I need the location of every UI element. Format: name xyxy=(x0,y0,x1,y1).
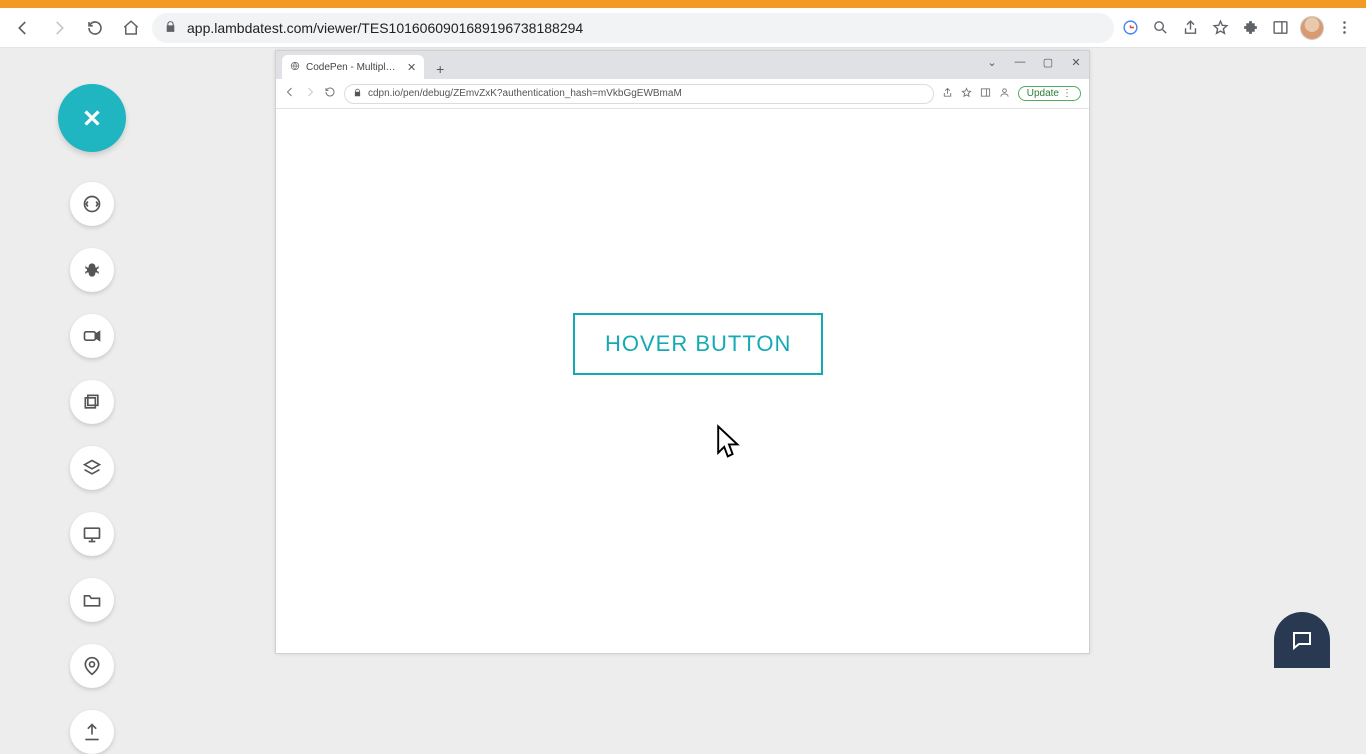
inner-toolbar: cdpn.io/pen/debug/ZEmvZxK?authentication… xyxy=(276,79,1089,109)
star-icon[interactable] xyxy=(1210,18,1230,38)
resolution-icon[interactable] xyxy=(70,512,114,556)
inner-back-button[interactable] xyxy=(284,85,296,103)
inner-avatar-icon[interactable] xyxy=(999,87,1010,101)
chevron-down-icon[interactable]: ⌄ xyxy=(985,55,999,69)
lambdatest-sidebar xyxy=(58,84,126,754)
outer-toolbar-right xyxy=(1120,16,1358,40)
upload-icon[interactable] xyxy=(70,710,114,754)
forward-button[interactable] xyxy=(44,13,74,43)
update-label: Update xyxy=(1027,88,1059,99)
inner-tab-close-icon[interactable]: ✕ xyxy=(407,61,416,74)
outer-url: app.lambdatest.com/viewer/TES10160609016… xyxy=(187,20,1102,36)
inner-browser-window: CodePen - Multiple Button Tran… ✕ + ⌄ — … xyxy=(275,50,1090,654)
share-icon[interactable] xyxy=(1180,18,1200,38)
menu-dots-icon: ⋮ xyxy=(1062,88,1072,99)
side-panel-icon[interactable] xyxy=(1270,18,1290,38)
profile-avatar[interactable] xyxy=(1300,16,1324,40)
back-button[interactable] xyxy=(8,13,38,43)
home-button[interactable] xyxy=(116,13,146,43)
inner-update-button[interactable]: Update ⋮ xyxy=(1018,86,1081,101)
inner-omnibox[interactable]: cdpn.io/pen/debug/ZEmvZxK?authentication… xyxy=(344,84,934,104)
menu-icon[interactable] xyxy=(1334,18,1354,38)
lock-icon xyxy=(353,88,362,100)
hover-button-label: HOVER BUTTON xyxy=(605,331,791,356)
outer-browser-toolbar: app.lambdatest.com/viewer/TES10160609016… xyxy=(0,8,1366,48)
hover-button-wrap: HOVER BUTTON xyxy=(573,313,823,375)
hover-button[interactable]: HOVER BUTTON xyxy=(573,313,823,375)
files-icon[interactable] xyxy=(70,578,114,622)
inner-share-icon[interactable] xyxy=(942,87,953,101)
globe-icon xyxy=(290,61,300,74)
devices-icon[interactable] xyxy=(70,446,114,490)
inner-page-content: HOVER BUTTON xyxy=(276,109,1089,653)
switch-icon[interactable] xyxy=(70,182,114,226)
google-icon[interactable] xyxy=(1120,18,1140,38)
minimize-icon[interactable]: — xyxy=(1013,55,1027,69)
lock-icon xyxy=(164,20,177,36)
gallery-icon[interactable] xyxy=(70,380,114,424)
record-icon[interactable] xyxy=(70,314,114,358)
outer-tabstrip xyxy=(0,0,1366,8)
close-icon[interactable]: ✕ xyxy=(1069,55,1083,69)
reload-button[interactable] xyxy=(80,13,110,43)
inner-tabbar: CodePen - Multiple Button Tran… ✕ + ⌄ — … xyxy=(276,51,1089,79)
inner-tab[interactable]: CodePen - Multiple Button Tran… ✕ xyxy=(282,55,424,79)
inner-new-tab-button[interactable]: + xyxy=(430,59,450,79)
inner-toolbar-right: Update ⋮ xyxy=(942,86,1081,101)
inner-window-controls: ⌄ — ▢ ✕ xyxy=(985,55,1083,69)
bug-icon[interactable] xyxy=(70,248,114,292)
outer-omnibox[interactable]: app.lambdatest.com/viewer/TES10160609016… xyxy=(152,13,1114,43)
inner-side-panel-icon[interactable] xyxy=(980,87,991,101)
location-icon[interactable] xyxy=(70,644,114,688)
cursor-icon xyxy=(714,424,744,465)
extensions-icon[interactable] xyxy=(1240,18,1260,38)
zoom-icon[interactable] xyxy=(1150,18,1170,38)
inner-tab-title: CodePen - Multiple Button Tran… xyxy=(306,62,401,73)
inner-url: cdpn.io/pen/debug/ZEmvZxK?authentication… xyxy=(368,88,925,99)
end-session-button[interactable] xyxy=(58,84,126,152)
maximize-icon[interactable]: ▢ xyxy=(1041,55,1055,69)
inner-forward-button[interactable] xyxy=(304,85,316,103)
viewer-stage: CodePen - Multiple Button Tran… ✕ + ⌄ — … xyxy=(0,48,1366,660)
inner-reload-button[interactable] xyxy=(324,85,336,103)
inner-star-icon[interactable] xyxy=(961,87,972,101)
